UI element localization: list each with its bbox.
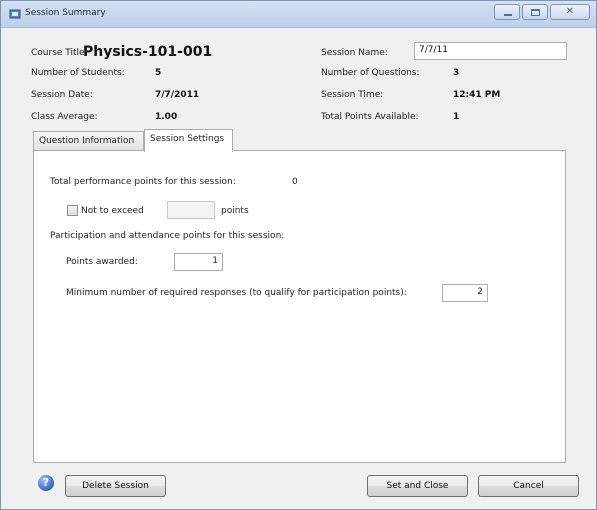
tab-label: Session Settings [150, 134, 225, 144]
points-awarded-label: Points awarded: [66, 257, 138, 267]
window-controls: ✕ [494, 4, 590, 22]
not-to-exceed-input[interactable] [167, 201, 215, 219]
num-questions-value: 3 [453, 68, 460, 78]
class-average-value: 1.00 [155, 112, 178, 122]
num-questions-label: Number of Questions: [321, 68, 420, 78]
session-name-input[interactable]: 7/7/11 [414, 42, 567, 60]
min-responses-input[interactable]: 2 [442, 284, 488, 302]
total-points-value: 1 [453, 112, 460, 122]
help-icon[interactable]: ? [38, 475, 54, 491]
class-average-label: Class Average: [31, 112, 98, 122]
points-suffix-label: points [221, 206, 249, 216]
session-summary-window: Session Summary ✕ Course Title: Physics-… [0, 0, 597, 510]
app-icon [9, 9, 21, 19]
minimize-icon [504, 14, 512, 16]
participation-label: Participation and attendance points for … [50, 231, 285, 241]
points-awarded-input[interactable]: 1 [174, 253, 223, 271]
min-responses-label: Minimum number of required responses (to… [66, 288, 407, 298]
points-awarded-value: 1 [212, 256, 218, 266]
set-and-close-button[interactable]: Set and Close [367, 475, 468, 497]
not-to-exceed-checkbox[interactable] [67, 205, 78, 216]
cancel-button[interactable]: Cancel [478, 475, 579, 497]
session-date-value: 7/7/2011 [155, 90, 200, 100]
session-date-label: Session Date: [31, 90, 93, 100]
min-responses-value: 2 [477, 287, 483, 297]
num-students-label: Number of Students: [31, 68, 125, 78]
not-to-exceed-label: Not to exceed [81, 206, 144, 216]
tab-session-settings[interactable]: Session Settings [144, 129, 233, 152]
session-name-label: Session Name: [321, 48, 388, 58]
close-icon: ✕ [565, 6, 575, 17]
maximize-icon [531, 9, 540, 16]
total-performance-value: 0 [292, 177, 298, 187]
session-time-label: Session Time: [321, 90, 384, 100]
total-points-label: Total Points Available: [321, 112, 419, 122]
course-title-value: Physics-101-001 [83, 44, 213, 60]
session-name-value: 7/7/11 [419, 45, 448, 55]
session-settings-panel: Total performance points for this sessio… [33, 150, 566, 463]
title-bar[interactable]: Session Summary ✕ [1, 1, 596, 28]
total-performance-label: Total performance points for this sessio… [50, 177, 236, 187]
window-title: Session Summary [25, 8, 106, 18]
minimize-button[interactable] [494, 4, 520, 20]
course-title-label: Course Title: [31, 48, 88, 58]
maximize-button[interactable] [522, 4, 548, 20]
close-button[interactable]: ✕ [550, 4, 590, 20]
session-time-value: 12:41 PM [453, 90, 501, 100]
num-students-value: 5 [155, 68, 162, 78]
tab-question-information[interactable]: Question Information [33, 131, 144, 151]
tab-label: Question Information [39, 136, 135, 146]
delete-session-button[interactable]: Delete Session [65, 475, 166, 497]
